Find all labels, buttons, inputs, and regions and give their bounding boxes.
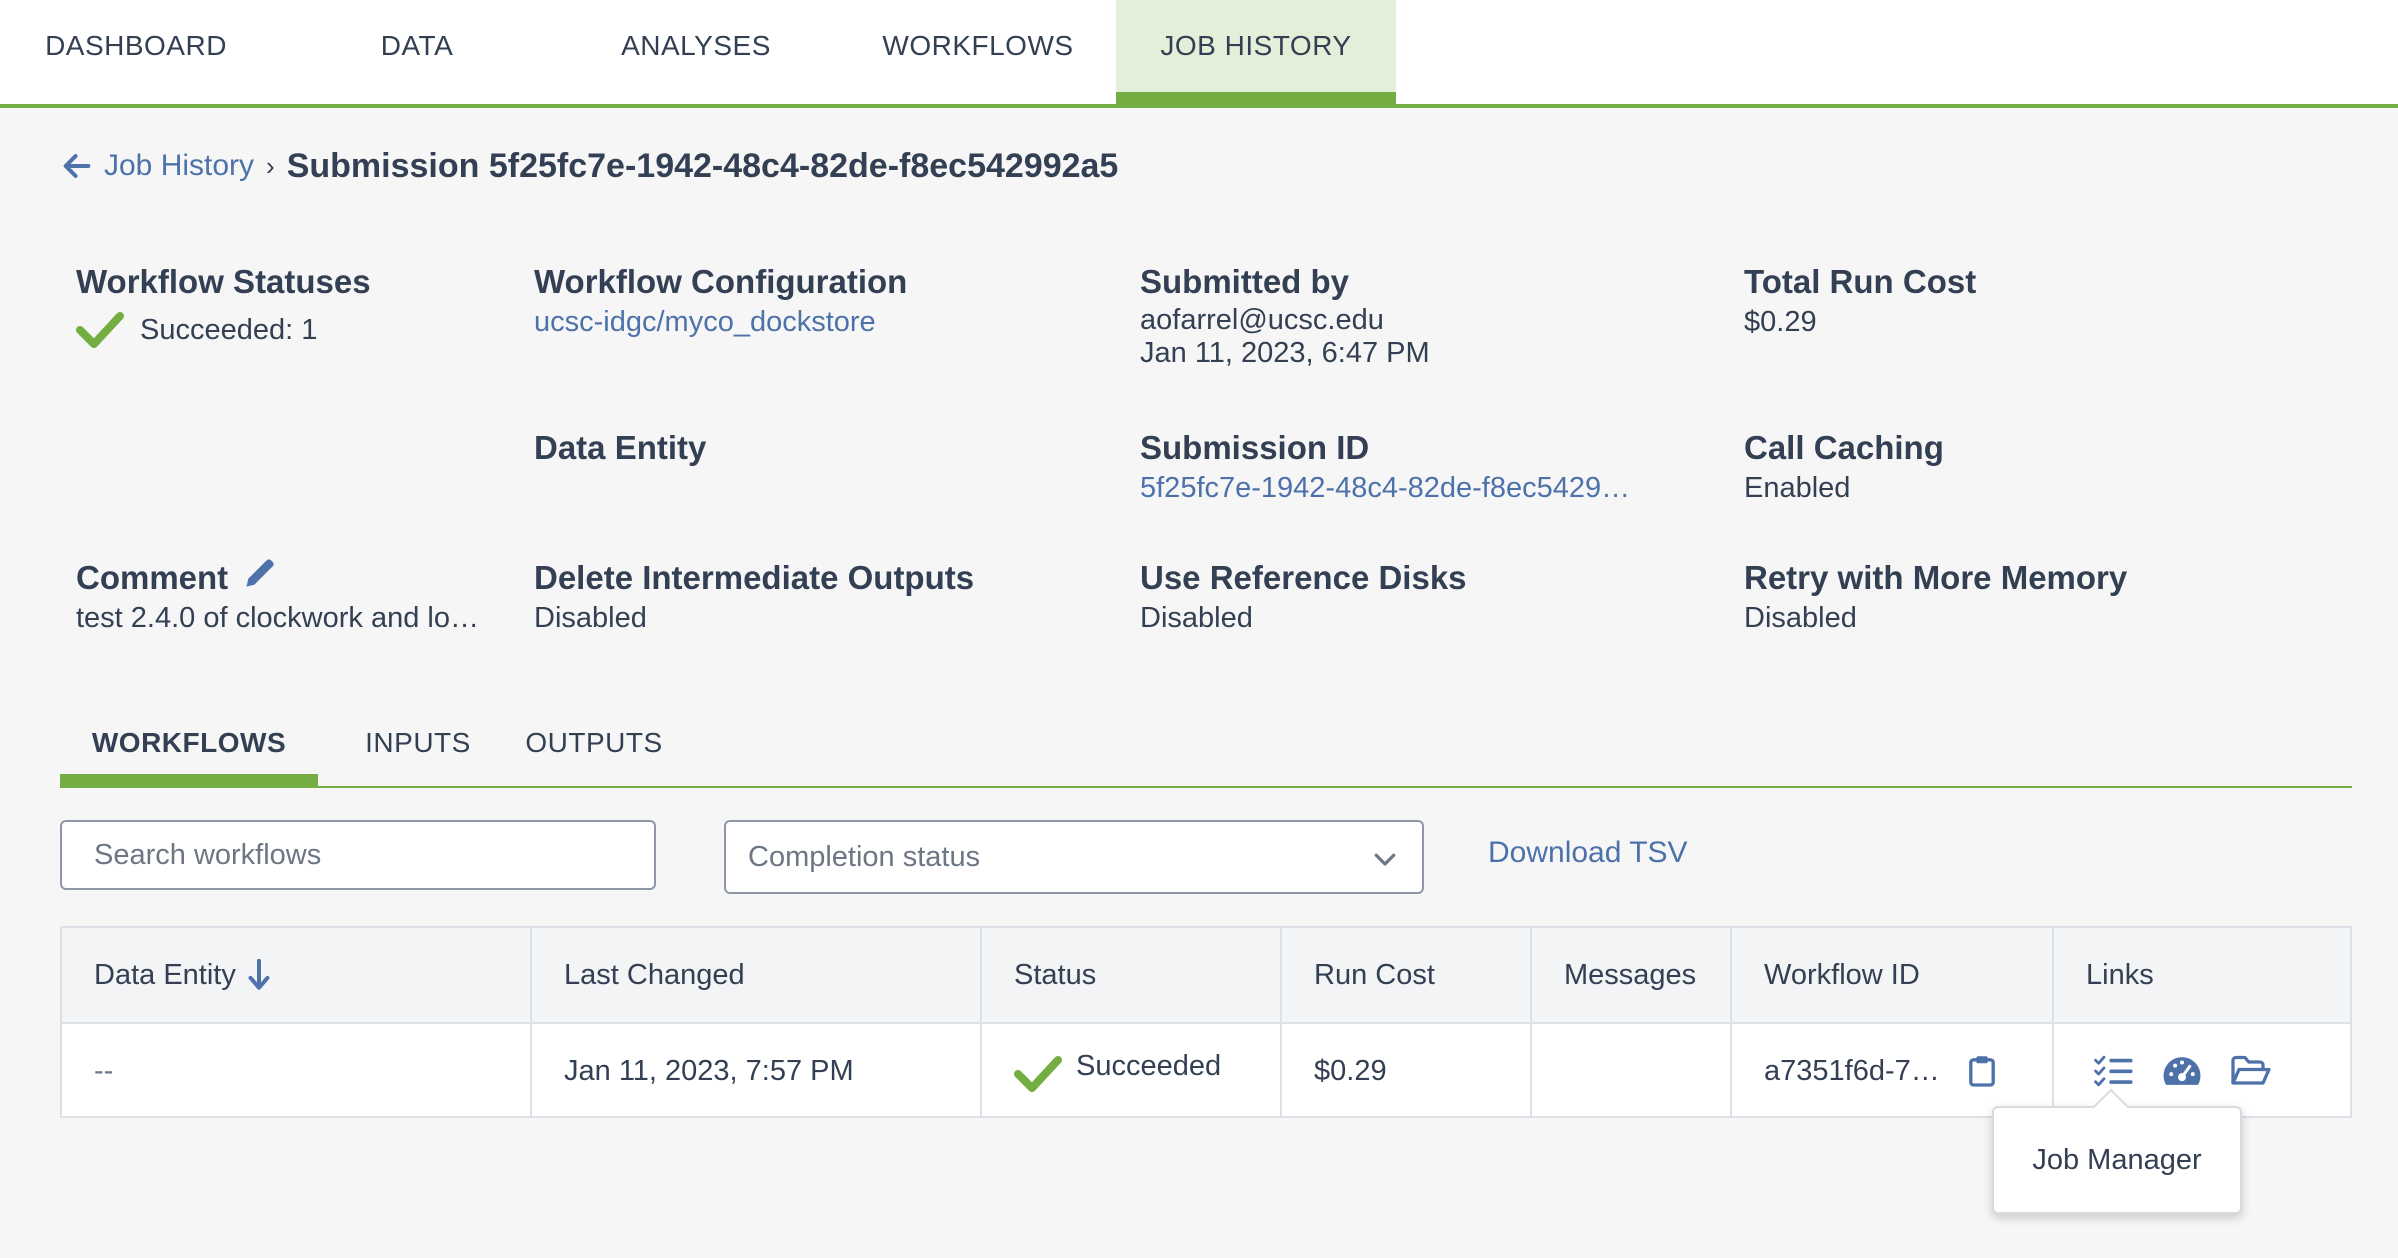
total-run-cost-field: Total Run Cost $0.29 bbox=[1744, 260, 1976, 340]
submission-id-label: Submission ID bbox=[1140, 429, 1370, 466]
submitted-by-date: Jan 11, 2023, 6:47 PM bbox=[1140, 337, 1430, 369]
clipboard-icon bbox=[1968, 1056, 1995, 1087]
cell-workflow-id: a7351f6d-7… bbox=[1732, 1024, 2052, 1118]
submitted-by-user: aofarrel@ucsc.edu bbox=[1140, 304, 1384, 336]
header-status[interactable]: Status bbox=[982, 928, 1280, 1022]
nav-tab-workflows[interactable]: WORKFLOWS bbox=[840, 0, 1116, 92]
use-reference-disks-field: Use Reference Disks Disabled bbox=[1140, 556, 1467, 636]
header-run-cost[interactable]: Run Cost bbox=[1282, 928, 1530, 1022]
header-last-changed[interactable]: Last Changed bbox=[532, 928, 980, 1022]
cell-run-cost: $0.29 bbox=[1314, 1054, 1387, 1087]
comment-field: Comment test 2.4.0 of clockwork and lo… bbox=[76, 556, 516, 636]
job-manager-tooltip: Job Manager bbox=[1992, 1088, 2242, 1214]
data-entity-field: Data Entity bbox=[534, 426, 706, 470]
retry-memory-value: Disabled bbox=[1744, 602, 1857, 634]
header-messages[interactable]: Messages bbox=[1532, 928, 1728, 1022]
check-icon bbox=[1014, 1056, 1062, 1092]
completion-status-placeholder: Completion status bbox=[748, 840, 981, 873]
header-links: Links bbox=[2086, 958, 2154, 991]
tab-workflows[interactable]: WORKFLOWS bbox=[60, 712, 318, 788]
workflow-configuration-link[interactable]: ucsc-idgc/myco_dockstore bbox=[534, 304, 907, 340]
workflow-statuses-value: Succeeded: 1 bbox=[140, 314, 318, 346]
arrow-left-icon[interactable] bbox=[60, 149, 94, 183]
total-run-cost-label: Total Run Cost bbox=[1744, 263, 1977, 300]
header-workflow-id[interactable]: Workflow ID bbox=[1732, 928, 2052, 1022]
search-workflows-input[interactable] bbox=[60, 820, 656, 890]
check-icon bbox=[76, 312, 124, 348]
workflow-id-value: a7351f6d-7… bbox=[1764, 1054, 1940, 1087]
submission-id-field: Submission ID 5f25fc7e-1942-48c4-82de-f8… bbox=[1140, 426, 1700, 506]
folder-open-icon bbox=[2231, 1055, 2271, 1085]
nav-tab-analyses[interactable]: ANALYSES bbox=[562, 0, 830, 92]
workflow-statuses-label: Workflow Statuses bbox=[76, 263, 371, 300]
submitted-by-label: Submitted by bbox=[1140, 263, 1350, 300]
header-data-entity-label: Data Entity bbox=[94, 958, 236, 991]
nav-tab-job-history[interactable]: JOB HISTORY bbox=[1116, 0, 1396, 106]
call-caching-label: Call Caching bbox=[1744, 429, 1944, 466]
breadcrumb: Job History › Submission 5f25fc7e-1942-4… bbox=[60, 140, 1118, 192]
comment-value: test 2.4.0 of clockwork and lo… bbox=[76, 602, 479, 634]
cell-messages bbox=[1532, 1024, 1728, 1118]
breadcrumb-separator: › bbox=[266, 150, 275, 181]
copy-workflow-id-button[interactable] bbox=[1968, 1054, 1996, 1088]
tasks-list-icon bbox=[2094, 1055, 2133, 1087]
cell-last-changed: Jan 11, 2023, 7:57 PM bbox=[564, 1054, 854, 1087]
arrow-down-icon bbox=[248, 958, 270, 990]
submission-id-link[interactable]: 5f25fc7e-1942-48c4-82de-f8ec5429… bbox=[1140, 470, 1700, 506]
workflow-configuration-field: Workflow Configuration ucsc-idgc/myco_do… bbox=[534, 260, 907, 340]
delete-intermediate-label: Delete Intermediate Outputs bbox=[534, 559, 975, 596]
cell-status-label: Succeeded bbox=[1076, 1049, 1222, 1082]
submission-tabs: WORKFLOWS INPUTS OUTPUTS bbox=[60, 712, 2352, 788]
cell-data-entity: -- bbox=[94, 1054, 114, 1087]
download-tsv-link[interactable]: Download TSV bbox=[1488, 836, 1688, 870]
workflow-configuration-label: Workflow Configuration bbox=[534, 263, 908, 300]
delete-intermediate-value: Disabled bbox=[534, 602, 647, 634]
nav-tab-dashboard[interactable]: DASHBOARD bbox=[0, 0, 272, 92]
tooltip-text: Job Manager bbox=[2032, 1143, 2202, 1176]
execution-directory-link[interactable] bbox=[2230, 1054, 2272, 1088]
header-data-entity[interactable]: Data Entity bbox=[62, 928, 530, 1022]
retry-memory-field: Retry with More Memory Disabled bbox=[1744, 556, 2127, 636]
chevron-down-icon bbox=[1374, 853, 1396, 866]
tab-outputs[interactable]: OUTPUTS bbox=[506, 712, 682, 774]
call-caching-field: Call Caching Enabled bbox=[1744, 426, 1944, 506]
total-run-cost-value: $0.29 bbox=[1744, 306, 1817, 338]
tab-inputs[interactable]: INPUTS bbox=[338, 712, 498, 774]
workflows-table: Data Entity Last Changed Status Run Cost… bbox=[60, 926, 2352, 1118]
call-caching-value: Enabled bbox=[1744, 472, 1851, 504]
gauge-icon bbox=[2163, 1057, 2201, 1085]
top-nav: DASHBOARD DATA ANALYSES WORKFLOWS JOB HI… bbox=[0, 0, 2398, 108]
retry-memory-label: Retry with More Memory bbox=[1744, 559, 2128, 596]
nav-tab-data[interactable]: DATA bbox=[272, 0, 562, 92]
data-entity-label: Data Entity bbox=[534, 429, 707, 466]
cell-status: Succeeded bbox=[982, 1024, 1280, 1118]
workflow-dashboard-link[interactable] bbox=[2162, 1053, 2202, 1089]
use-reference-disks-value: Disabled bbox=[1140, 602, 1253, 634]
completion-status-select[interactable]: Completion status bbox=[724, 820, 1424, 894]
submitted-by-field: Submitted by aofarrel@ucsc.edu Jan 11, 2… bbox=[1140, 260, 1430, 370]
breadcrumb-job-history-link[interactable]: Job History bbox=[104, 149, 254, 183]
use-reference-disks-label: Use Reference Disks bbox=[1140, 559, 1467, 596]
comment-label: Comment bbox=[76, 559, 229, 596]
page-title: Submission 5f25fc7e-1942-48c4-82de-f8ec5… bbox=[286, 146, 1119, 185]
workflow-statuses-field: Workflow Statuses Succeeded: 1 bbox=[76, 260, 371, 350]
pencil-icon[interactable] bbox=[242, 555, 278, 591]
job-manager-link[interactable] bbox=[2094, 1053, 2134, 1089]
delete-intermediate-field: Delete Intermediate Outputs Disabled bbox=[534, 556, 974, 636]
